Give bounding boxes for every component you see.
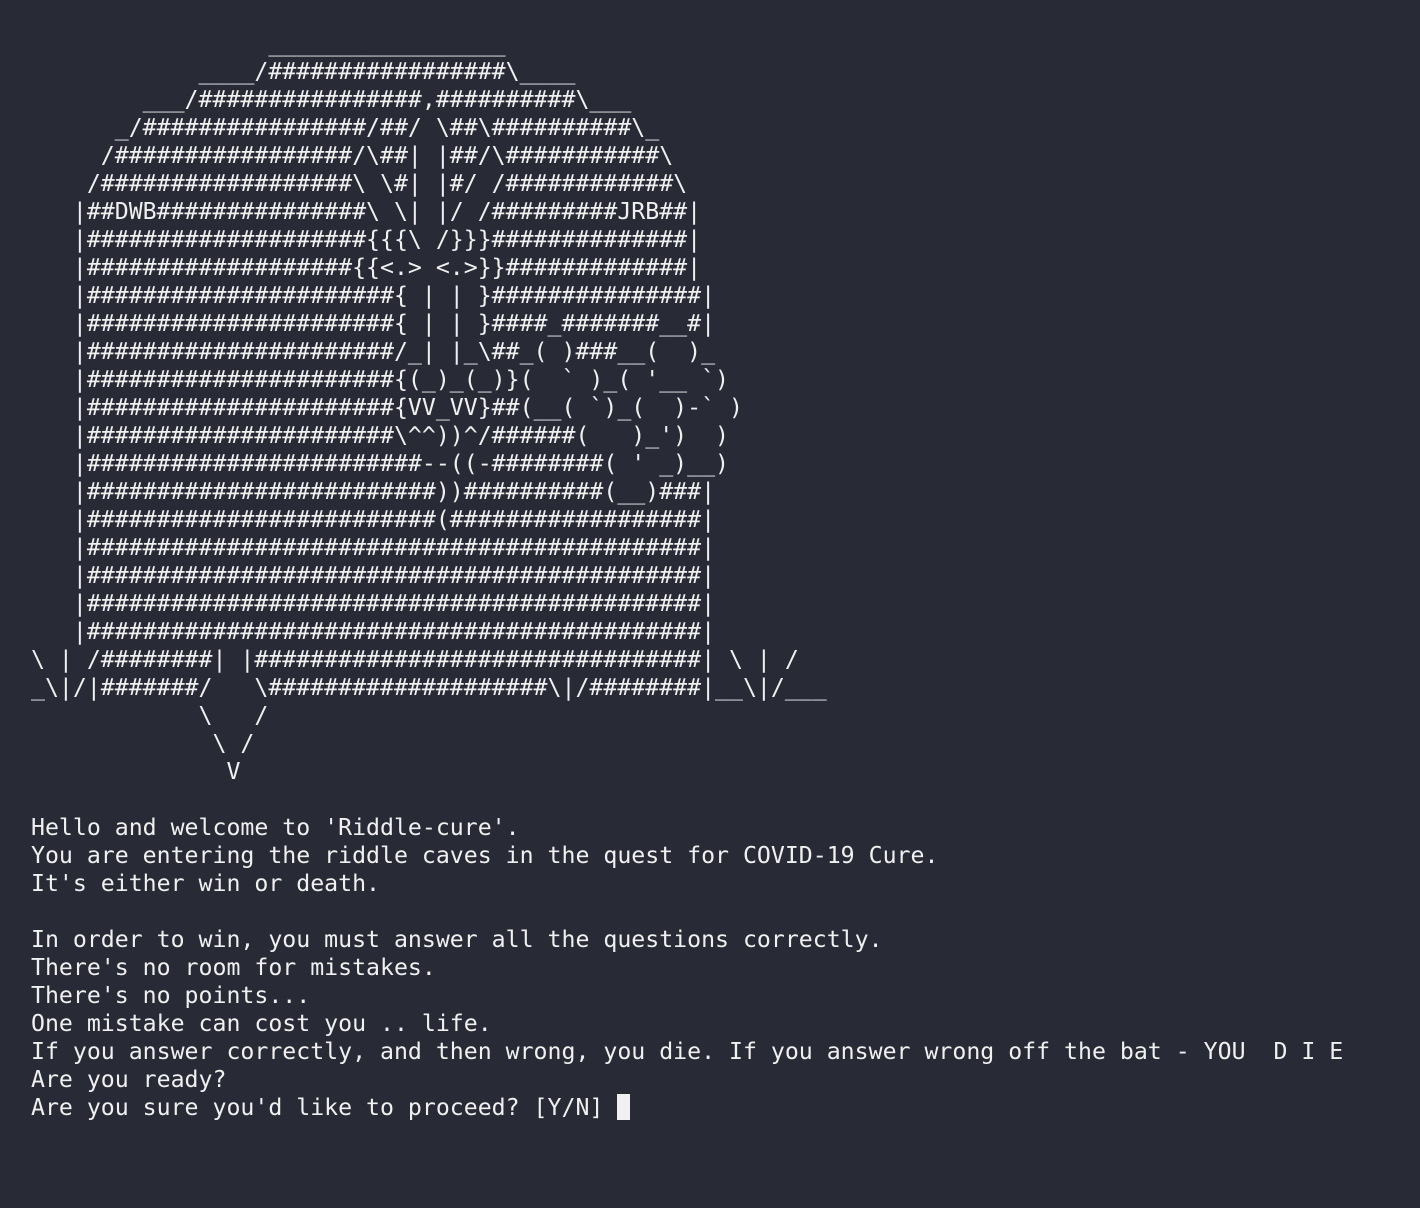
- stakes-line: It's either win or death.: [31, 870, 381, 897]
- ascii-art-banner: _________________ ____/#################…: [31, 30, 827, 785]
- welcome-line: Hello and welcome to 'Riddle-cure'.: [31, 814, 520, 841]
- prompt-line[interactable]: Are you sure you'd like to proceed? [Y/N…: [31, 1094, 1420, 1122]
- rules-line: There's no room for mistakes.: [31, 954, 436, 981]
- rules-line: There's no points...: [31, 982, 311, 1009]
- blank-line: [31, 898, 1420, 926]
- ready-line: Are you ready?: [31, 1066, 227, 1093]
- prompt-text: Are you sure you'd like to proceed? [Y/N…: [31, 1094, 618, 1121]
- text-cursor[interactable]: [617, 1094, 631, 1120]
- rules-line: If you answer correctly, and then wrong,…: [31, 1038, 1344, 1065]
- terminal-window[interactable]: _________________ ____/#################…: [0, 0, 1420, 1208]
- rules-line: In order to win, you must answer all the…: [31, 926, 883, 953]
- rules-line: One mistake can cost you .. life.: [31, 1010, 492, 1037]
- blank-line: [31, 786, 1420, 814]
- intro-line: You are entering the riddle caves in the…: [31, 842, 939, 869]
